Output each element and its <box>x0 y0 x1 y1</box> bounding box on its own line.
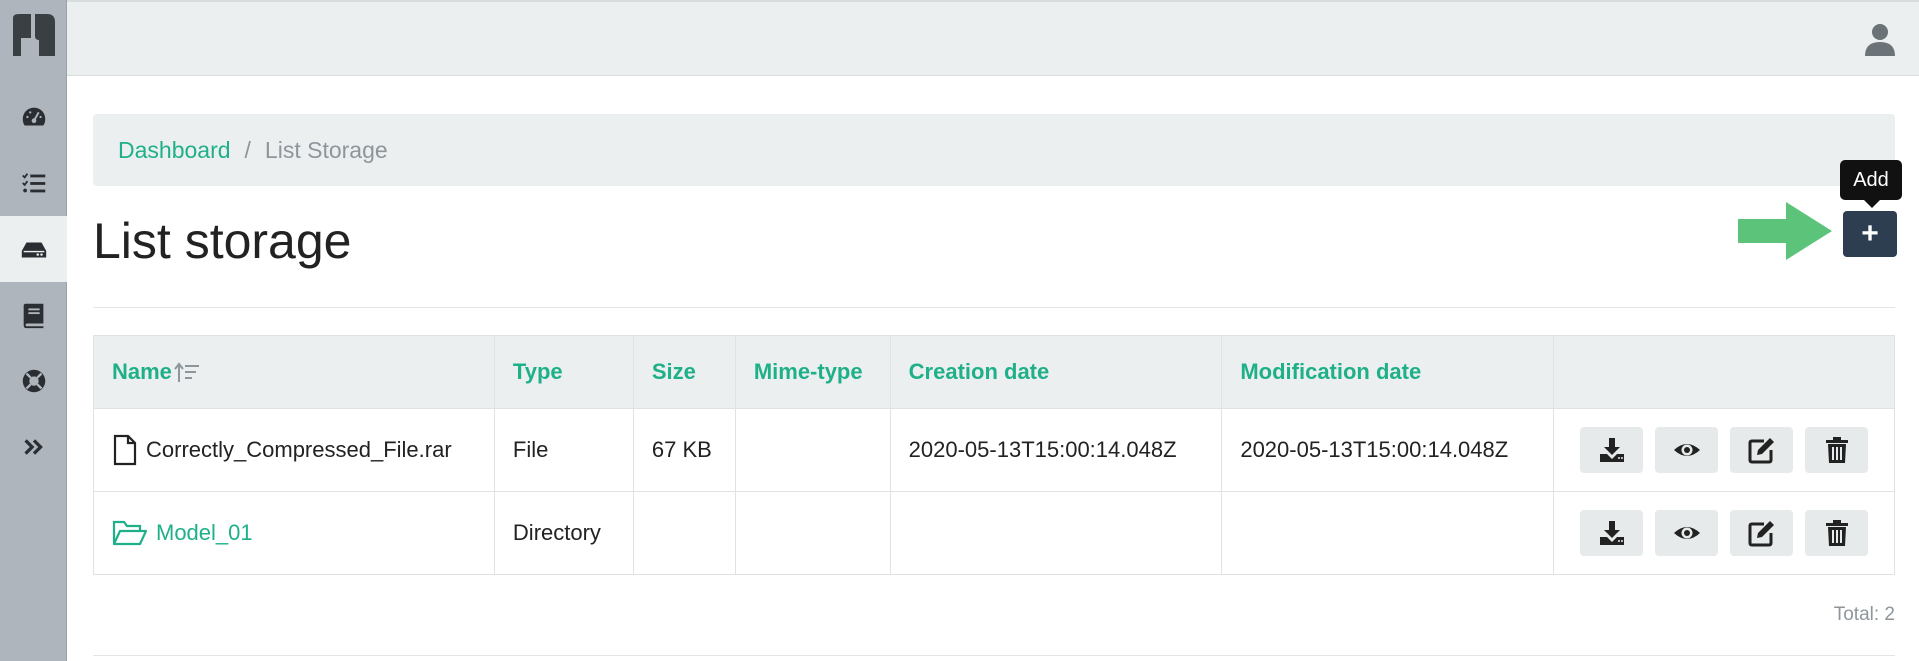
edit-button[interactable] <box>1730 427 1793 473</box>
total-count: Total: 2 <box>1833 604 1895 625</box>
size-cell: 67 KB <box>632 408 736 492</box>
download-icon <box>1599 521 1624 545</box>
modified-cell <box>1221 491 1554 575</box>
double-chevron-right-icon <box>23 439 43 455</box>
folder-name-link[interactable]: Model_01 <box>156 520 253 546</box>
user-icon[interactable] <box>1863 22 1897 58</box>
folder-open-icon <box>112 520 148 546</box>
column-header-label: Name <box>112 359 172 384</box>
task-list-icon <box>21 173 45 193</box>
top-bar <box>67 0 1919 76</box>
actions-cell <box>1553 408 1895 492</box>
column-header-type[interactable]: Type <box>493 335 634 409</box>
type-cell: File <box>493 408 634 492</box>
file-name: Correctly_Compressed_File.rar <box>146 437 452 462</box>
name-cell: Correctly_Compressed_File.rar <box>93 408 495 492</box>
sidebar-item-docs[interactable] <box>0 282 67 348</box>
column-header-actions <box>1553 335 1895 409</box>
delete-button[interactable] <box>1805 427 1868 473</box>
download-button[interactable] <box>1580 510 1643 556</box>
actions-cell <box>1553 491 1895 575</box>
trash-icon <box>1825 520 1848 546</box>
sidebar <box>0 0 67 661</box>
sidebar-expand[interactable] <box>0 414 67 480</box>
delete-button[interactable] <box>1805 510 1868 556</box>
add-button[interactable]: + <box>1843 211 1897 257</box>
storage-table: Name Type Size Mime-type Creation date M… <box>93 335 1895 575</box>
app-logo[interactable] <box>9 12 57 60</box>
divider <box>93 307 1895 308</box>
page-title: List storage <box>93 213 352 269</box>
storage-drive-icon <box>21 242 46 258</box>
table-row: Correctly_Compressed_File.rar File 67 KB… <box>93 408 1895 492</box>
sort-ascending-icon[interactable] <box>174 362 200 384</box>
column-header-name[interactable]: Name <box>93 335 495 409</box>
edit-icon <box>1748 521 1774 547</box>
column-header-modified[interactable]: Modification date <box>1221 335 1554 409</box>
created-cell: 2020-05-13T15:00:14.048Z <box>889 408 1223 492</box>
column-header-size[interactable]: Size <box>632 335 736 409</box>
eye-icon <box>1673 444 1700 456</box>
modified-cell: 2020-05-13T15:00:14.048Z <box>1221 408 1554 492</box>
sidebar-item-tasks[interactable] <box>0 150 67 216</box>
trash-icon <box>1825 437 1848 463</box>
table-header-row: Name Type Size Mime-type Creation date M… <box>93 335 1895 409</box>
column-header-mime[interactable]: Mime-type <box>734 335 891 409</box>
mime-cell <box>734 408 891 492</box>
sidebar-item-dashboard[interactable] <box>0 84 67 150</box>
book-icon <box>23 303 43 329</box>
mime-cell <box>734 491 891 575</box>
download-button[interactable] <box>1580 427 1643 473</box>
breadcrumb: Dashboard / List Storage <box>93 114 1895 186</box>
view-button[interactable] <box>1655 510 1718 556</box>
table-row: Model_01 Directory <box>93 491 1895 575</box>
view-button[interactable] <box>1655 427 1718 473</box>
size-cell <box>632 491 736 575</box>
name-cell: Model_01 <box>93 491 495 575</box>
sidebar-item-support[interactable] <box>0 348 67 414</box>
life-ring-icon <box>22 369 45 393</box>
edit-icon <box>1748 438 1774 464</box>
breadcrumb-current: List Storage <box>264 136 388 163</box>
arrow-right-icon <box>1738 202 1832 260</box>
breadcrumb-separator: / <box>244 136 251 163</box>
sidebar-item-storage[interactable] <box>0 216 67 282</box>
divider <box>93 655 1895 656</box>
created-cell <box>889 491 1223 575</box>
download-icon <box>1599 438 1624 462</box>
eye-icon <box>1673 527 1700 539</box>
breadcrumb-dashboard-link[interactable]: Dashboard <box>118 137 231 164</box>
edit-button[interactable] <box>1730 510 1793 556</box>
add-tooltip: Add <box>1840 160 1902 208</box>
dashboard-gauge-icon <box>22 107 45 126</box>
column-header-created[interactable]: Creation date <box>889 335 1223 409</box>
file-icon <box>113 434 137 466</box>
type-cell: Directory <box>493 491 634 575</box>
